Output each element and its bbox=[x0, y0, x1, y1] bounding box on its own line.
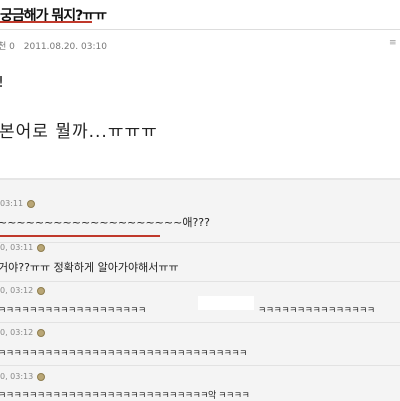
comment-time-text: 0, 03:13 bbox=[0, 372, 34, 381]
menu-icon[interactable]: ≡ bbox=[389, 38, 397, 48]
comment-divider bbox=[0, 281, 400, 282]
comments-divider bbox=[0, 178, 400, 180]
comment-time-text: 0, 03:12 bbox=[0, 286, 34, 295]
comment-text: ㅋㅋㅋㅋㅋㅋㅋㅋㅋㅋㅋㅋㅋㅋㅋㅋㅋㅋㅋ bbox=[0, 306, 146, 316]
comment-divider bbox=[0, 365, 400, 366]
post-body bbox=[0, 30, 400, 178]
reply-icon[interactable] bbox=[37, 328, 46, 337]
author-name[interactable]: 천 0 bbox=[0, 42, 15, 52]
reply-icon[interactable] bbox=[37, 286, 46, 295]
comment-time: 0, 03:12 bbox=[0, 328, 46, 337]
comment-text: ㅋㅋㅋㅋㅋㅋㅋㅋㅋㅋㅋㅋㅋㅋㅋㅋㅋㅋㅋㅋㅋㅋㅋㅋㅋㅋㅋ악 ㅋㅋㅋㅋ bbox=[0, 391, 250, 401]
redaction-box bbox=[198, 296, 254, 310]
comment-underline bbox=[0, 235, 160, 237]
comment-time-text: 0, 03:12 bbox=[0, 328, 34, 337]
post-text-line-1: ! bbox=[0, 73, 4, 91]
comment-divider bbox=[0, 242, 400, 243]
comment-time-text: 03:11 bbox=[0, 199, 24, 208]
reply-icon[interactable] bbox=[27, 199, 36, 208]
comment-time: 0, 03:12 bbox=[0, 286, 46, 295]
comment-time: 0, 03:11 bbox=[0, 243, 46, 252]
comment-text: ㅋㅋㅋㅋㅋㅋㅋㅋㅋㅋㅋㅋㅋㅋㅋㅋㅋㅋㅋㅋㅋㅋㅋㅋㅋㅋㅋㅋㅋㅋㅋㅋ bbox=[0, 349, 247, 359]
post-date: 2011.08.20. 03:10 bbox=[23, 42, 107, 52]
comment-divider bbox=[0, 322, 400, 323]
comment-text: ㅋㅋㅋㅋㅋㅋㅋㅋㅋㅋㅋㅋㅋㅋㅋ bbox=[258, 306, 375, 316]
reply-icon[interactable] bbox=[37, 243, 46, 252]
comment-time-text: 0, 03:11 bbox=[0, 243, 34, 252]
reply-icon[interactable] bbox=[37, 372, 46, 381]
post-text-line-2: 본어로 뭘까...ㅠㅠㅠ bbox=[0, 122, 158, 142]
post-meta: 천 0 2011.08.20. 03:10 bbox=[0, 39, 107, 52]
comment-time: 0, 03:13 bbox=[0, 372, 46, 381]
comment-time: 03:11 bbox=[0, 199, 36, 208]
comment-text: 거야??ㅠㅠ 정확하게 알아가야해서ㅠㅠ bbox=[0, 261, 179, 274]
title-underline bbox=[0, 21, 92, 23]
comment-text: ~~~~~~~~~~~~~~~~~~~~애??? bbox=[0, 216, 210, 229]
